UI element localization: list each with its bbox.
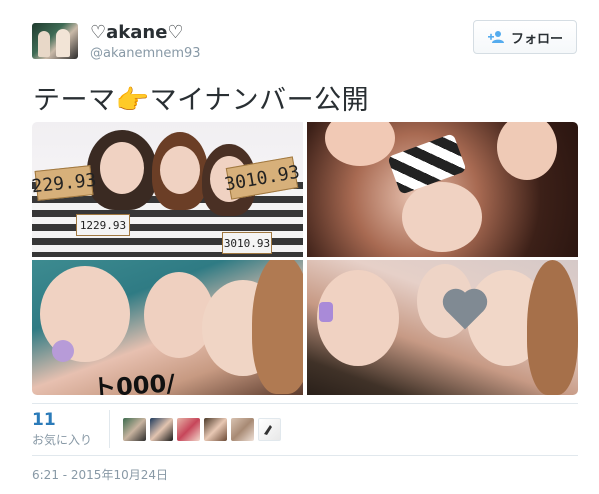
tweet-text: テーマ👉マイナンバー公開	[33, 85, 370, 116]
tweet-photo-2[interactable]	[307, 122, 578, 257]
stats-separator	[109, 410, 110, 448]
favoriter-avatar[interactable]	[150, 418, 173, 441]
sign-text: 3010.93	[222, 232, 272, 254]
tweet-photo-3[interactable]: ト000/	[32, 260, 303, 395]
screen-name[interactable]: @akanemnem93	[90, 46, 201, 61]
display-name[interactable]: ♡akane♡	[90, 22, 184, 43]
tweet-photo-4[interactable]	[307, 260, 578, 395]
favorites-count[interactable]: 11	[32, 410, 56, 430]
tweet-timestamp[interactable]: 6:21 - 2015年10月24日	[32, 466, 168, 483]
favoriter-avatar[interactable]	[258, 418, 281, 441]
favoriter-avatar[interactable]	[177, 418, 200, 441]
favoriter-avatar[interactable]	[123, 418, 146, 441]
add-person-icon	[487, 30, 505, 44]
favoriter-avatar[interactable]	[204, 418, 227, 441]
follow-label: フォロー	[510, 31, 563, 47]
follow-button[interactable]: フォロー	[473, 20, 577, 54]
sign-text: 1229.93	[76, 214, 130, 236]
tweet-photo-1[interactable]: 229.93 3010.93 1229.93 3010.93	[32, 122, 303, 257]
favoriter-avatar[interactable]	[231, 418, 254, 441]
favoriters-list	[123, 418, 281, 441]
user-avatar[interactable]	[32, 23, 78, 59]
photo-grid: 229.93 3010.93 1229.93 3010.93 ト000/	[32, 122, 578, 395]
stats-top-divider	[32, 403, 578, 404]
stats-bottom-divider	[32, 455, 578, 456]
favorites-label[interactable]: お気に入り	[32, 431, 92, 448]
sign-text: 229.93	[32, 165, 97, 201]
photo-overlay-text: ト000/	[91, 369, 176, 395]
